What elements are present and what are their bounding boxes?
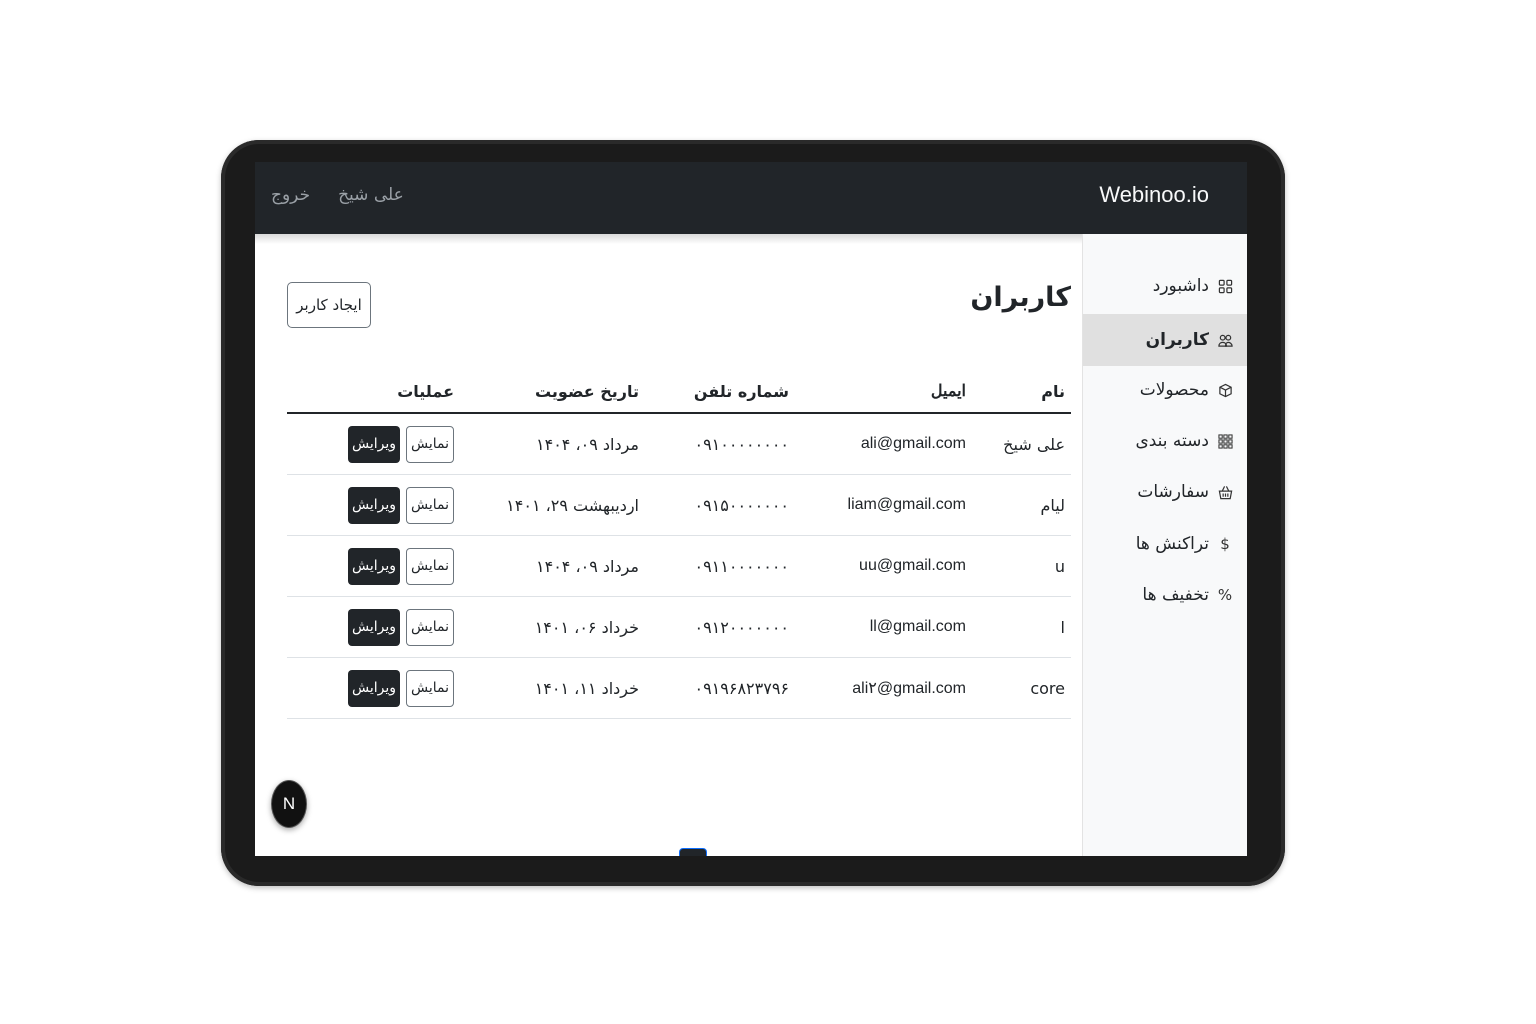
cell-email: ll@gmail.com	[869, 618, 966, 635]
header-email[interactable]: ایمیل	[931, 358, 966, 418]
grid-icon	[1217, 278, 1233, 294]
sidebar-item-products[interactable]: محصولات	[1083, 364, 1247, 416]
sidebar-item-label: داشبورد	[1152, 276, 1209, 296]
sidebar-item-label: سفارشات	[1137, 482, 1209, 502]
box-icon	[1217, 382, 1233, 398]
brand-logo[interactable]: Webinoo.io	[1099, 182, 1209, 208]
sidebar-item-label: دسته بندی	[1135, 431, 1209, 451]
sidebar: داشبورد کاربران محصولات دسته بندی سفارشا…	[1082, 234, 1247, 856]
table-row: u uu@gmail.com ۰۹۱۱۰۰۰۰۰۰۰ مرداد ۰۹، ۱۴۰…	[287, 536, 1071, 597]
cell-email: ali۲@gmail.com	[852, 680, 966, 697]
cell-name: u	[1054, 556, 1065, 576]
cell-phone: ۰۹۱۵۰۰۰۰۰۰۰	[694, 495, 789, 515]
cell-operations: نمایش ویرایش	[348, 414, 454, 474]
header-phone[interactable]: شماره تلفن	[694, 358, 789, 418]
cell-name: علی شیخ	[1003, 434, 1065, 454]
sidebar-item-label: محصولات	[1139, 380, 1209, 400]
edit-button[interactable]: ویرایش	[348, 486, 400, 524]
users-table: نام ایمیل شماره تلفن تاریخ عضویت عملیات …	[287, 358, 1071, 719]
sidebar-item-label: تراکنش ها	[1135, 534, 1209, 554]
header-date[interactable]: تاریخ عضویت	[535, 358, 639, 418]
cell-date: خرداد ۱۱، ۱۴۰۱	[534, 678, 639, 698]
cell-name: لیام	[1040, 495, 1065, 515]
cell-date: مرداد ۰۹، ۱۴۰۴	[536, 556, 639, 576]
cell-phone: ۰۹۱۱۰۰۰۰۰۰۰	[694, 556, 789, 576]
cell-operations: نمایش ویرایش	[348, 475, 454, 535]
edit-button[interactable]: ویرایش	[348, 669, 400, 707]
sidebar-item-label: تخفیف ها	[1142, 585, 1209, 605]
cell-date: اردیبهشت ۲۹، ۱۴۰۱	[506, 495, 639, 515]
table-row: لیام liam@gmail.com ۰۹۱۵۰۰۰۰۰۰۰ اردیبهشت…	[287, 475, 1071, 536]
cell-phone: ۰۹۱۹۶۸۲۳۷۹۶	[694, 678, 789, 698]
sidebar-item-categories[interactable]: دسته بندی	[1083, 415, 1247, 467]
show-button[interactable]: نمایش	[406, 547, 454, 585]
user-menu: علی شیخ خروج	[271, 185, 404, 205]
cell-date: خرداد ۰۶، ۱۴۰۱	[534, 617, 639, 637]
cell-operations: نمایش ویرایش	[348, 536, 454, 596]
cell-operations: نمایش ویرایش	[348, 597, 454, 657]
edit-button[interactable]: ویرایش	[348, 425, 400, 463]
cell-phone: ۰۹۱۲۰۰۰۰۰۰۰	[694, 617, 789, 637]
show-button[interactable]: نمایش	[406, 425, 454, 463]
page-title: کاربران	[970, 282, 1071, 313]
header-name[interactable]: نام	[1041, 358, 1065, 418]
cell-phone: ۰۹۱۰۰۰۰۰۰۰۰	[694, 434, 789, 454]
cell-operations: نمایش ویرایش	[348, 658, 454, 718]
cell-date: مرداد ۰۹، ۱۴۰۴	[536, 434, 639, 454]
sidebar-item-dashboard[interactable]: داشبورد	[1083, 260, 1247, 312]
top-navbar: Webinoo.io علی شیخ خروج	[255, 162, 1247, 234]
edit-button[interactable]: ویرایش	[348, 547, 400, 585]
table-row: l ll@gmail.com ۰۹۱۲۰۰۰۰۰۰۰ خرداد ۰۶، ۱۴۰…	[287, 597, 1071, 658]
table-row: core ali۲@gmail.com ۰۹۱۹۶۸۲۳۷۹۶ خرداد ۱۱…	[287, 658, 1071, 719]
dev-tools-badge[interactable]: N	[271, 780, 307, 828]
sidebar-item-users[interactable]: کاربران	[1083, 314, 1247, 366]
show-button[interactable]: نمایش	[406, 486, 454, 524]
table-row: علی شیخ ali@gmail.com ۰۹۱۰۰۰۰۰۰۰۰ مرداد …	[287, 414, 1071, 475]
app-screen: Webinoo.io علی شیخ خروج داشبورد کاربران …	[255, 162, 1247, 856]
create-user-button[interactable]: ایجاد کاربر	[287, 282, 371, 328]
cell-name: l	[1060, 617, 1065, 637]
users-icon	[1217, 332, 1233, 348]
cell-email: liam@gmail.com	[847, 496, 966, 513]
sidebar-item-label: کاربران	[1145, 330, 1209, 350]
cell-email: ali@gmail.com	[860, 435, 966, 452]
show-button[interactable]: نمایش	[406, 608, 454, 646]
sidebar-item-orders[interactable]: سفارشات	[1083, 466, 1247, 518]
basket-icon	[1217, 484, 1233, 500]
grid-3x3-icon	[1217, 433, 1233, 449]
cell-email: uu@gmail.com	[859, 557, 966, 574]
logout-link[interactable]: خروج	[271, 185, 310, 205]
table-header: نام ایمیل شماره تلفن تاریخ عضویت عملیات	[287, 358, 1071, 414]
percent-icon: %	[1217, 586, 1233, 604]
edit-button[interactable]: ویرایش	[348, 608, 400, 646]
pagination-page-1[interactable]: ۱	[679, 848, 707, 856]
header-operations: عملیات	[397, 381, 454, 401]
sidebar-item-discounts[interactable]: % تخفیف ها	[1083, 569, 1247, 621]
cell-name: core	[1030, 678, 1065, 698]
main-content: کاربران ایجاد کاربر نام ایمیل شماره تلفن…	[287, 234, 1071, 856]
sidebar-item-transactions[interactable]: $ تراکنش ها	[1083, 518, 1247, 570]
dollar-icon: $	[1220, 535, 1230, 553]
user-name-link[interactable]: علی شیخ	[338, 185, 404, 205]
show-button[interactable]: نمایش	[406, 669, 454, 707]
